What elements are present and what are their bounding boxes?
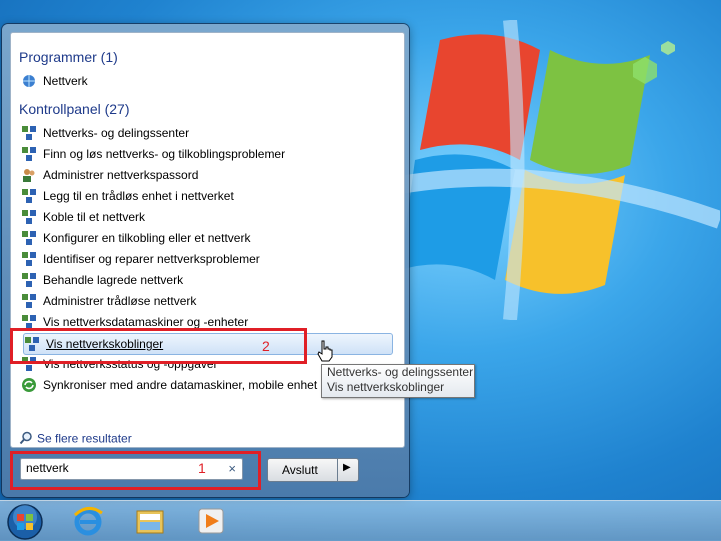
- shutdown-separator: [337, 459, 338, 481]
- network-icon: [21, 230, 37, 246]
- tooltip: Nettverks- og delingssenter Vis nettverk…: [321, 364, 475, 398]
- network-icon: [21, 188, 37, 204]
- result-item-configure-connection[interactable]: Konfigurer en tilkobling eller et nettve…: [21, 228, 391, 248]
- shutdown-label: Avslutt: [282, 463, 318, 477]
- result-item-add-wireless-device[interactable]: Legg til en trådløs enhet i nettverket: [21, 186, 391, 206]
- start-menu: Programmer (1) Nettverk Kontrollpanel (2…: [2, 24, 409, 497]
- hexagon-decoration-small: [661, 41, 675, 55]
- sync-icon: [21, 377, 37, 393]
- network-icon: [21, 146, 37, 162]
- annotation-number-2: 2: [262, 338, 270, 354]
- start-button-orb-icon[interactable]: [6, 503, 44, 541]
- result-item-nettverk[interactable]: Nettverk: [21, 71, 391, 91]
- windows-logo: [400, 20, 720, 320]
- group-heading-control-panel: Kontrollpanel (27): [19, 101, 130, 117]
- internet-explorer-icon[interactable]: [72, 505, 104, 537]
- shutdown-button[interactable]: Avslutt ▶: [267, 458, 359, 482]
- hand-cursor-icon: [317, 340, 333, 362]
- network-icon: [21, 272, 37, 288]
- media-player-icon[interactable]: [195, 505, 227, 537]
- see-more-results-link[interactable]: Se flere resultater: [19, 431, 132, 448]
- network-icon: [21, 251, 37, 267]
- network-icon: [21, 209, 37, 225]
- annotation-box-1: [10, 451, 261, 490]
- hexagon-decoration: [633, 57, 657, 84]
- result-item-manage-wireless[interactable]: Administrer trådløse nettverk: [21, 291, 391, 311]
- search-icon: [19, 431, 33, 448]
- network-globe-icon: [21, 73, 37, 89]
- tooltip-line-2: Vis nettverkskoblinger: [327, 380, 445, 394]
- shutdown-options-arrow-icon[interactable]: ▶: [343, 462, 351, 473]
- result-item-manage-saved-networks[interactable]: Behandle lagrede nettverk: [21, 270, 391, 290]
- result-item-troubleshoot[interactable]: Finn og løs nettverks- og tilkoblingspro…: [21, 144, 391, 164]
- group-heading-programs: Programmer (1): [19, 49, 118, 65]
- annotation-number-1: 1: [198, 460, 206, 476]
- result-item-network-sharing-center[interactable]: Nettverks- og delingssenter: [21, 123, 391, 143]
- result-item-identify-repair[interactable]: Identifiser og reparer nettverksprobleme…: [21, 249, 391, 269]
- file-explorer-icon[interactable]: [134, 505, 166, 537]
- taskbar: [0, 500, 721, 541]
- users-icon: [21, 167, 37, 183]
- result-item-network-passwords[interactable]: Administrer nettverkspassord: [21, 165, 391, 185]
- network-icon: [21, 293, 37, 309]
- result-item-connect-network[interactable]: Koble til et nettverk: [21, 207, 391, 227]
- network-icon: [21, 125, 37, 141]
- tooltip-line-1: Nettverks- og delingssenter: [327, 365, 474, 379]
